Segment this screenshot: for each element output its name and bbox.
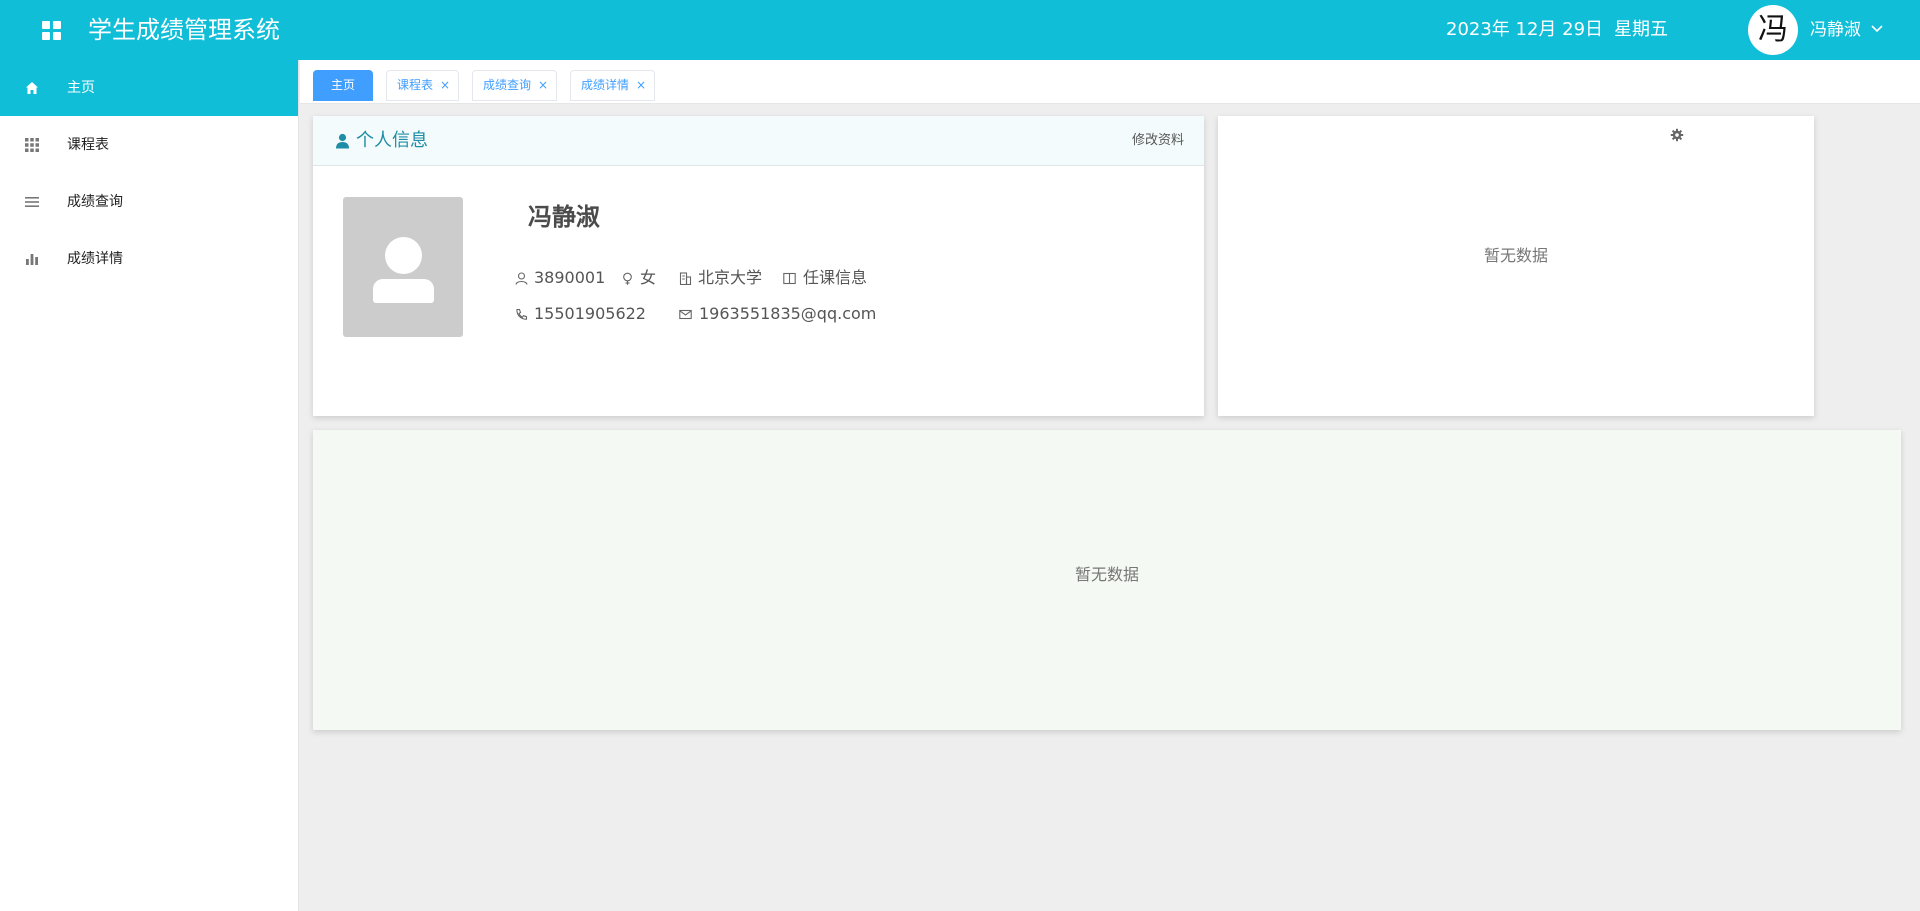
student-school: 北京大学	[698, 268, 763, 287]
tab-score-query[interactable]: 成绩查询 ×	[472, 70, 557, 101]
course-info-link[interactable]: 任课信息	[803, 268, 867, 288]
sidebar-item-label: 成绩查询	[67, 194, 123, 210]
current-weekday: 星期五	[1614, 19, 1668, 40]
tab-score-detail[interactable]: 成绩详情 ×	[570, 70, 655, 101]
grid-icon	[25, 138, 39, 152]
book-icon	[783, 272, 796, 285]
tab-home[interactable]: 主页	[313, 70, 373, 101]
app-title: 学生成绩管理系统	[88, 16, 280, 44]
edit-profile-button[interactable]: 修改资料	[1132, 133, 1184, 149]
phone-icon	[516, 308, 528, 320]
grid-apps-icon[interactable]	[42, 21, 62, 41]
close-icon[interactable]: ×	[636, 71, 646, 100]
tab-label: 成绩查询	[483, 78, 532, 92]
current-date: 2023年 12月 29日	[1446, 19, 1604, 40]
sidebar-item-score-query[interactable]: 成绩查询	[0, 174, 298, 230]
empty-state-text: 暂无数据	[1484, 246, 1549, 265]
sidebar: 主页 课程表 成绩查询 成绩详情	[0, 60, 299, 911]
sidebar-item-label: 成绩详情	[67, 251, 123, 267]
building-icon	[679, 272, 692, 285]
sidebar-item-label: 主页	[67, 80, 95, 96]
photo-body-shape	[373, 279, 434, 303]
bottom-chart-card: 暂无数据	[313, 430, 1901, 730]
sidebar-item-score-detail[interactable]: 成绩详情	[0, 231, 298, 287]
tab-schedule[interactable]: 课程表 ×	[386, 70, 459, 101]
close-icon[interactable]: ×	[538, 71, 548, 100]
student-email: 1963551835@qq.com	[699, 304, 877, 323]
tab-bar: 主页 课程表 × 成绩查询 × 成绩详情 ×	[300, 60, 1920, 104]
personal-info-card: 个人信息 修改资料 冯静淑 3890001 女 北京大学 任课信息 155019…	[313, 116, 1204, 416]
tab-label: 课程表	[397, 78, 434, 92]
photo-head-shape	[385, 237, 422, 274]
gear-icon[interactable]	[1670, 128, 1684, 142]
top-header: 学生成绩管理系统 2023年 12月 29日 星期五 冯 冯静淑	[0, 0, 1920, 60]
profile-photo-placeholder	[343, 197, 463, 337]
chevron-down-icon[interactable]	[1870, 22, 1884, 36]
sidebar-item-home[interactable]: 主页	[0, 60, 298, 116]
card-title: 个人信息	[356, 130, 428, 151]
student-name: 冯静淑	[528, 203, 600, 231]
person-icon	[336, 133, 349, 149]
list-icon	[25, 197, 39, 207]
mail-icon	[679, 309, 692, 320]
student-phone: 15501905622	[534, 304, 646, 323]
close-icon[interactable]: ×	[440, 71, 450, 100]
home-icon	[26, 82, 38, 94]
card-header: 个人信息 修改资料	[313, 116, 1204, 166]
user-icon	[515, 272, 528, 285]
sidebar-item-schedule[interactable]: 课程表	[0, 117, 298, 173]
empty-state-text: 暂无数据	[1075, 565, 1140, 584]
bar-chart-icon	[26, 254, 38, 265]
side-chart-card: 暂无数据	[1218, 116, 1814, 416]
user-name[interactable]: 冯静淑	[1810, 19, 1861, 41]
avatar[interactable]: 冯	[1748, 5, 1798, 55]
tab-label: 主页	[330, 78, 355, 92]
tab-label: 成绩详情	[581, 78, 630, 92]
gender-icon	[623, 272, 632, 285]
student-id: 3890001	[534, 268, 606, 287]
sidebar-item-label: 课程表	[67, 137, 109, 153]
student-gender: 女	[640, 268, 657, 287]
